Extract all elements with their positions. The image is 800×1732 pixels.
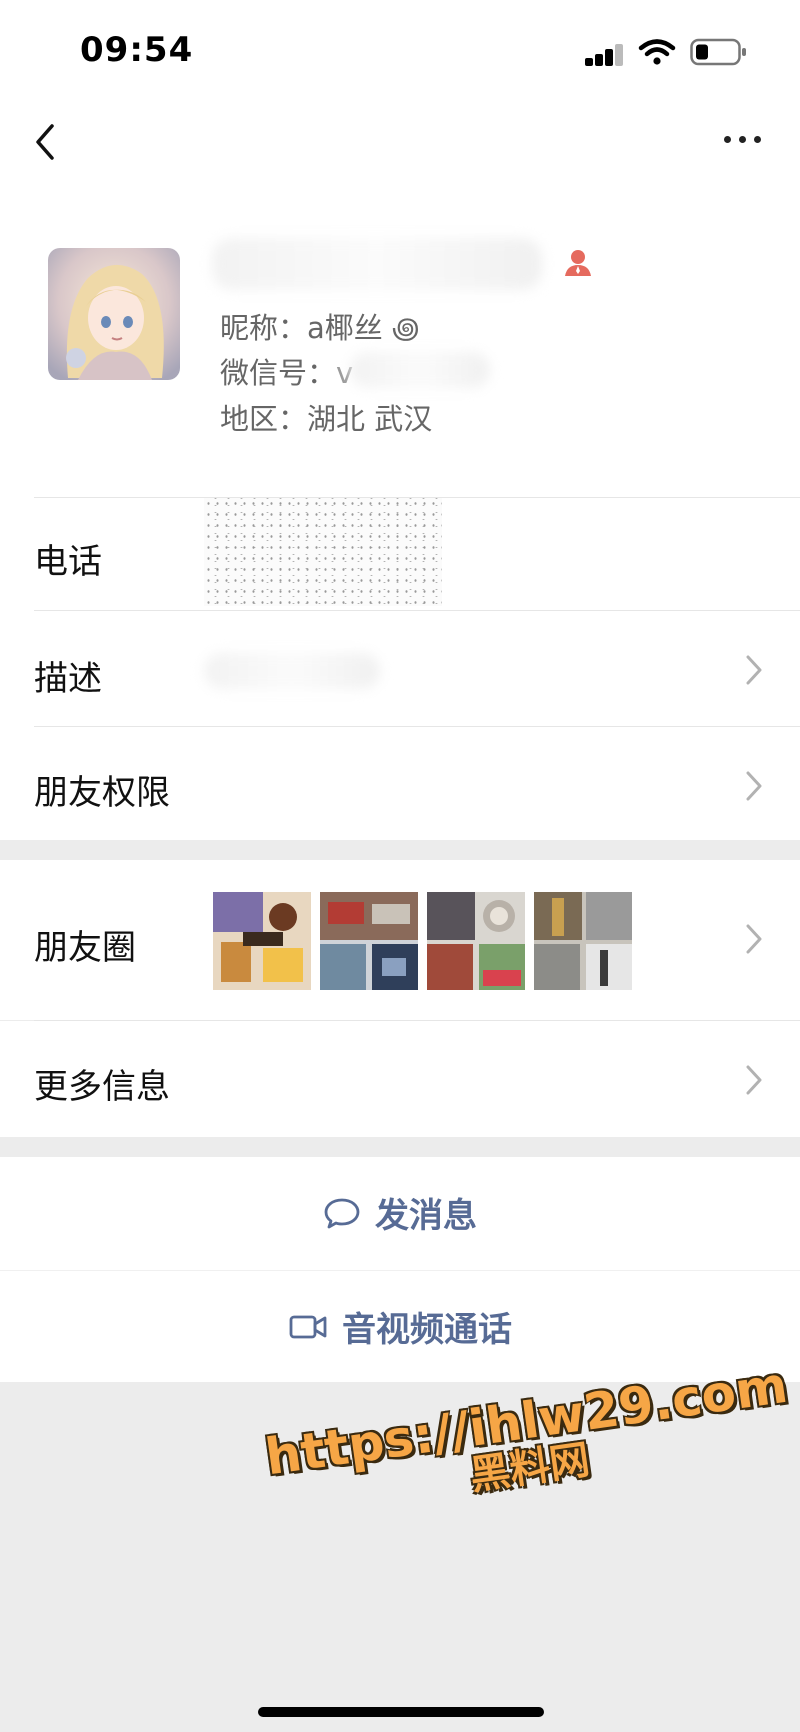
friend-permissions-row[interactable]: 朋友权限	[0, 727, 800, 840]
description-value-redacted	[204, 653, 380, 689]
chevron-right-icon	[746, 924, 762, 954]
avatar[interactable]	[48, 248, 180, 380]
description-row[interactable]: 描述	[0, 611, 800, 726]
chevron-right-icon	[746, 655, 762, 685]
moments-row[interactable]: 朋友圈	[0, 860, 800, 1020]
watermark: https://ihlw29.com 黑料网	[262, 1356, 791, 1527]
video-camera-icon	[289, 1315, 327, 1338]
more-options-icon[interactable]	[720, 132, 764, 148]
nickname: 昵称：a椰丝 ꩜	[220, 311, 420, 345]
moments-label: 朋友圈	[34, 928, 136, 968]
status-time: 09:54	[80, 30, 194, 70]
more-info-label: 更多信息	[34, 1067, 170, 1107]
chevron-right-icon	[746, 771, 762, 801]
phone-value-redacted	[204, 498, 442, 606]
moments-thumbnail	[213, 892, 311, 990]
moments-thumbnails	[213, 892, 633, 990]
description-label: 描述	[34, 659, 102, 699]
wechat-id-label: 微信号：	[220, 356, 337, 390]
phone-row[interactable]: 电话	[0, 498, 800, 610]
moments-thumbnail	[320, 892, 418, 990]
divider	[0, 1270, 800, 1271]
chat-bubble-icon	[324, 1198, 360, 1228]
moments-thumbnail	[427, 892, 525, 990]
phone-label: 电话	[34, 542, 102, 582]
video-call-label: 音视频通话	[342, 1310, 512, 1350]
contact-person-icon	[565, 250, 591, 276]
region: 地区：湖北 武汉	[220, 402, 433, 436]
send-message-button[interactable]: 发消息	[0, 1188, 800, 1239]
wechat-id: 微信号：v	[220, 350, 353, 392]
wechat-id-redacted	[350, 352, 490, 388]
back-icon[interactable]	[28, 118, 68, 168]
more-info-row[interactable]: 更多信息	[0, 1021, 800, 1137]
cellular-signal-icon	[585, 42, 625, 66]
chevron-right-icon	[746, 1065, 762, 1095]
battery-icon	[690, 38, 746, 66]
send-message-label: 发消息	[375, 1196, 477, 1236]
video-call-button[interactable]: 音视频通话	[0, 1302, 800, 1351]
home-indicator	[258, 1707, 544, 1717]
friend-permissions-label: 朋友权限	[34, 773, 170, 813]
remark-name-redacted	[212, 238, 542, 290]
wifi-icon	[638, 39, 676, 65]
moments-thumbnail	[534, 892, 632, 990]
